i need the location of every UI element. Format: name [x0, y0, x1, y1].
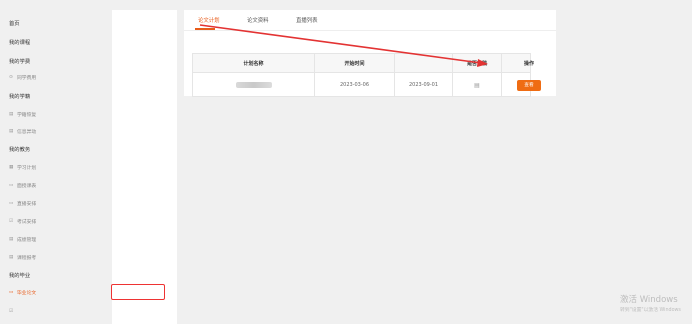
tab-thesis-plan[interactable]: 论文计划 — [198, 16, 220, 24]
calendar-icon: ▭ — [9, 182, 14, 188]
edit-icon: ☑ — [9, 218, 14, 224]
sidebar-item-course-registration[interactable]: ▤ 课程报考 — [0, 251, 65, 263]
sidebar — [112, 10, 177, 324]
tab-bar: 论文计划 论文资料 直播列表 — [184, 10, 556, 31]
watermark-subtitle: 转到"设置"以激活 Windows — [620, 308, 681, 313]
column-header-action: 操作 — [523, 60, 534, 67]
calendar-icon: ▭ — [9, 289, 14, 295]
doc-icon: ▤ — [9, 254, 14, 260]
calendar-icon: ▭ — [9, 200, 14, 206]
grid-icon: ▦ — [9, 164, 14, 170]
doc-icon: ▤ — [9, 111, 14, 117]
sidebar-item-label: 信息异动 — [17, 129, 37, 135]
sidebar-item-status-restore[interactable]: ▤ 学籍恢复 — [0, 108, 65, 120]
sidebar-item-my-graduation[interactable]: 我的毕业 — [0, 269, 65, 281]
sidebar-item-label: 毕业论文 — [17, 290, 37, 296]
circle-icon: ⊙ — [9, 74, 13, 80]
sidebar-item-grades[interactable]: ▤ 成绩管理 — [0, 233, 65, 245]
doc-icon: ▤ — [9, 128, 14, 134]
end-time-cell: 2023-09-01 — [395, 73, 453, 97]
table-header: 计划名称 开始时间 是否定稿 操作 — [193, 54, 534, 73]
highlight-box — [111, 284, 165, 300]
column-header-finalized: 是否定稿 — [453, 54, 502, 72]
tab-live-list[interactable]: 直播列表 — [296, 16, 318, 24]
sidebar-item-label: 我的毕业 — [9, 273, 31, 279]
action-cell: 查看 — [502, 73, 556, 97]
sidebar-item-label: 我的学费 — [9, 59, 31, 65]
sidebar-item-label: 我的学籍 — [9, 94, 31, 100]
document-icon: ▤ — [474, 81, 480, 89]
sidebar-item-label: 考试安排 — [17, 219, 37, 225]
sidebar-item-label: 直播安排 — [17, 201, 37, 207]
tab-thesis-materials[interactable]: 论文资料 — [247, 16, 269, 24]
main-panel: 论文计划 论文资料 直播列表 计划名称 开始时间 是否定稿 操作 2023-03… — [184, 10, 556, 97]
sidebar-item-my-status[interactable]: 我的学籍 — [0, 90, 65, 102]
edit-icon: ☑ — [9, 308, 14, 314]
sidebar-item-label: 成绩管理 — [17, 237, 37, 243]
sidebar-item-label: 学籍恢复 — [17, 112, 37, 118]
sidebar-item-classmate-fees[interactable]: ⊙ 同学费用 — [0, 71, 65, 83]
sidebar-item-my-courses[interactable]: 我的课程 — [0, 36, 65, 48]
sidebar-item-study-plan[interactable]: ▦ 学习计划 — [0, 161, 65, 173]
sidebar-item-thesis[interactable]: ▭ 毕业论文 — [0, 286, 65, 298]
sidebar-item-my-tuition[interactable]: 我的学费 — [0, 55, 65, 67]
active-tab-indicator — [195, 28, 215, 30]
sidebar-item-class-schedule[interactable]: ▭ 面授课表 — [0, 179, 65, 191]
doc-icon: ▤ — [9, 236, 14, 242]
sidebar-item-label: 我的教务 — [9, 147, 31, 153]
sidebar-item-label: 首页 — [9, 21, 20, 27]
sidebar-item-exam-schedule[interactable]: ☑ 考试安排 — [0, 215, 65, 227]
thesis-plan-table: 计划名称 开始时间 是否定稿 操作 2023-03-06 2023-09-01 … — [192, 53, 541, 97]
start-time-cell: 2023-03-06 — [315, 73, 395, 97]
watermark-title: 激活 Windows — [620, 295, 678, 305]
sidebar-item-home[interactable]: 首页 — [0, 17, 65, 29]
column-header-start-time: 开始时间 — [315, 54, 395, 72]
sidebar-item-label: 学习计划 — [17, 165, 37, 171]
windows-activation-watermark: 激活 Windows 转到"设置"以激活 Windows — [620, 293, 681, 313]
column-header-plan-name: 计划名称 — [193, 54, 315, 72]
sidebar-item-label: 面授课表 — [17, 183, 37, 189]
plan-name-cell — [193, 73, 315, 97]
sidebar-item-label: 同学费用 — [17, 75, 37, 81]
sidebar-item-my-academic[interactable]: 我的教务 — [0, 143, 65, 155]
column-header-end-time — [395, 54, 453, 72]
view-button[interactable]: 查看 — [517, 79, 541, 91]
redacted-plan-name — [235, 82, 272, 88]
sidebar-item-label: 课程报考 — [17, 255, 37, 261]
table-row: 2023-03-06 2023-09-01 ▤ 查看 — [193, 73, 541, 97]
sidebar-item-live-schedule[interactable]: ▭ 直播安排 — [0, 197, 65, 209]
sidebar-item-label: 我的课程 — [9, 40, 31, 46]
sidebar-item-info-change[interactable]: ▤ 信息异动 — [0, 125, 65, 137]
finalized-cell: ▤ — [453, 73, 502, 97]
sidebar-item-graduation-info[interactable]: ☑ — [0, 305, 65, 317]
